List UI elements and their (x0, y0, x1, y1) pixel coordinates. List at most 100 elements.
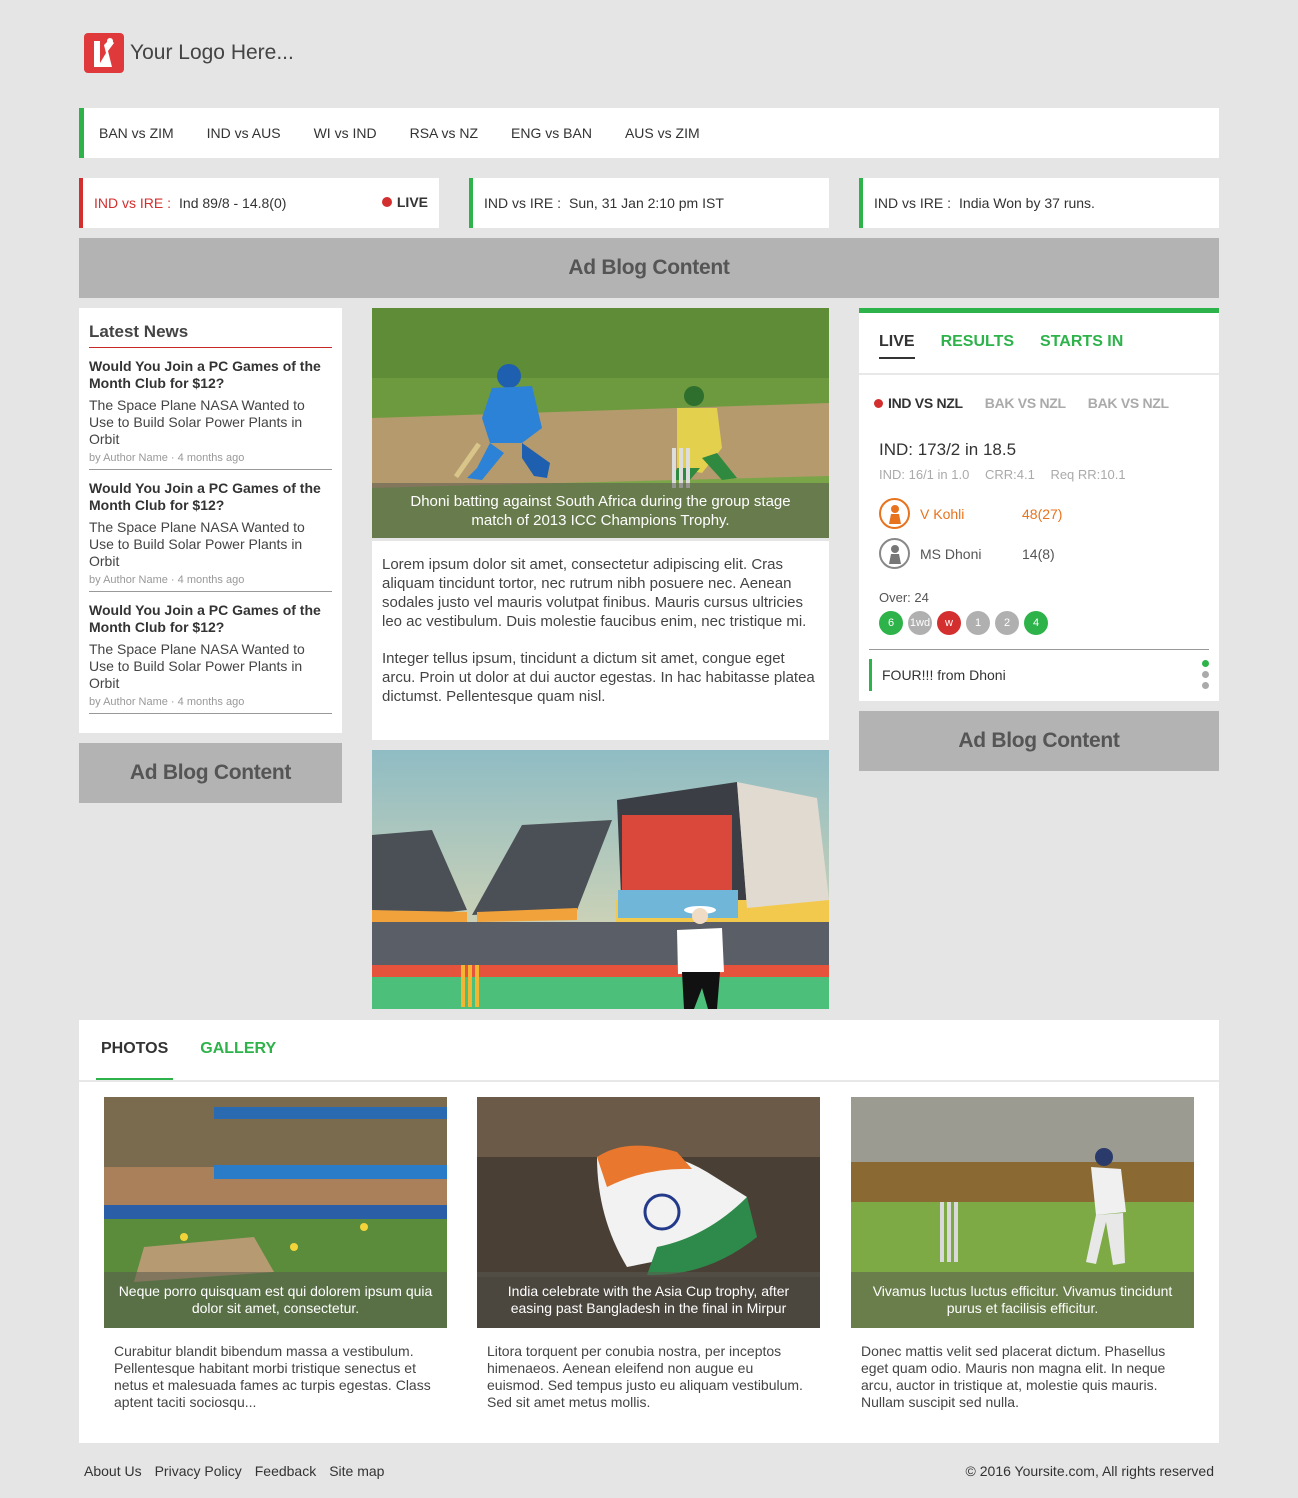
batsman-score: 14(8) (1022, 545, 1055, 562)
score-card-upcoming[interactable]: IND vs IRE : Sun, 31 Jan 2:10 pm IST (469, 178, 829, 228)
news-meta: by Author Name · 4 months ago (89, 452, 245, 464)
divider (869, 649, 1209, 650)
batsman-score: 48(27) (1022, 505, 1063, 522)
news-headline[interactable]: Would You Join a PC Games of the Month C… (89, 480, 332, 514)
news-headline[interactable]: Would You Join a PC Games of the Month C… (89, 602, 332, 636)
score-detail: IND: 16/1 in 1.0 CRR:4.1 Req RR:10.1 (879, 467, 1138, 482)
logo-text[interactable]: Your Logo Here... (130, 41, 294, 65)
photo-card-text: Donec mattis velit sed placerat dictum. … (861, 1343, 1166, 1410)
batsman-row[interactable]: MS Dhoni 14(8) (879, 538, 1055, 569)
news-item[interactable]: Would You Join a PC Games of the Month C… (89, 348, 332, 470)
article-body: Lorem ipsum dolor sit amet, consectetur … (372, 541, 829, 740)
score-card-status: Sun, 31 Jan 2:10 pm IST (569, 195, 724, 211)
news-meta: by Author Name · 4 months ago (89, 696, 245, 708)
news-summary[interactable]: The Space Plane NASA Wanted to Use to Bu… (89, 397, 332, 448)
ball-badge: 1wd (908, 611, 932, 635)
live-dot-icon (381, 197, 392, 207)
photo-card-image[interactable]: Vivamus luctus luctus efficitur. Vivamus… (851, 1097, 1194, 1328)
ad-banner-right[interactable]: Ad Blog Content (859, 711, 1219, 771)
footer-link-sitemap[interactable]: Site map (329, 1463, 384, 1479)
photo-caption: India celebrate with the Asia Cup trophy… (477, 1272, 820, 1328)
match-tabs: IND VS NZL BAK VS NZL BAK VS NZL (859, 375, 1219, 411)
score-card-status: Ind 89/8 - 14.8(0) (179, 195, 287, 211)
tab-starts-in[interactable]: STARTS IN (1040, 313, 1123, 357)
news-meta: by Author Name · 4 months ago (89, 574, 245, 586)
footer-link-privacy[interactable]: Privacy Policy (155, 1463, 242, 1479)
news-summary[interactable]: The Space Plane NASA Wanted to Use to Bu… (89, 641, 332, 692)
nav-item-aus-zim[interactable]: AUS vs ZIM (625, 125, 700, 141)
ball-badge: w (937, 611, 961, 635)
score-card-team: IND vs IRE : (94, 195, 172, 211)
score-card-result[interactable]: IND vs IRE : India Won by 37 runs. (859, 178, 1219, 228)
photo-caption: Neque porro quisquam est qui dolorem ips… (104, 1272, 447, 1328)
nav-item-ind-aus[interactable]: IND vs AUS (207, 125, 281, 141)
batsman-name: MS Dhoni (920, 545, 982, 562)
live-badge-label: LIVE (396, 194, 428, 210)
over-balls: 6 1wd w 1 2 4 (879, 611, 1053, 635)
live-badge: LIVE (381, 194, 428, 210)
photo-card-image[interactable]: India celebrate with the Asia Cup trophy… (477, 1097, 820, 1328)
batsman-row[interactable]: V Kohli 48(27) (879, 498, 1062, 529)
nav-item-rsa-nz[interactable]: RSA vs NZ (410, 125, 478, 141)
photo-card[interactable]: Neque porro quisquam est qui dolorem ips… (104, 1097, 447, 1411)
widget-tabs: LIVE RESULTS STARTS IN (859, 313, 1219, 375)
copyright: © 2016 Yoursite.com, All rights reserved (965, 1463, 1214, 1479)
tab-photos[interactable]: PHOTOS (96, 1020, 174, 1080)
tab-gallery[interactable]: GALLERY (195, 1020, 281, 1080)
latest-news-panel: Latest News Would You Join a PC Games of… (79, 308, 342, 733)
photos-section: PHOTOS GALLERY Neque porro quisquam est … (79, 1020, 1219, 1443)
main-score: IND: 173/2 in 18.5 (879, 440, 1017, 459)
pager-dot-icon[interactable] (1202, 682, 1209, 689)
match-tab-label: IND VS NZL (888, 395, 963, 411)
score-card-team: IND vs IRE : (874, 195, 952, 211)
photo-caption: Vivamus luctus luctus efficitur. Vivamus… (851, 1272, 1194, 1328)
live-dot-icon (874, 398, 883, 408)
news-item[interactable]: Would You Join a PC Games of the Month C… (89, 470, 332, 592)
score-card-team: IND vs IRE : (484, 195, 562, 211)
live-score-widget: LIVE RESULTS STARTS IN IND VS NZL BAK VS… (859, 308, 1219, 701)
ball-badge: 1 (966, 611, 990, 635)
photo-card-image[interactable]: Neque porro quisquam est qui dolorem ips… (104, 1097, 447, 1328)
stadium-scene (372, 750, 829, 1009)
nav-item-ban-zim[interactable]: BAN vs ZIM (99, 125, 174, 141)
commentary-pager[interactable] (1202, 660, 1209, 693)
pager-dot-icon[interactable] (1202, 671, 1209, 678)
latest-news-title: Latest News (89, 322, 332, 348)
hero-image[interactable]: Dhoni batting against South Africa durin… (372, 308, 829, 538)
logo-icon[interactable] (84, 33, 124, 73)
batsman-avatar-icon (879, 538, 910, 569)
footer-link-about[interactable]: About Us (84, 1463, 142, 1479)
tab-live[interactable]: LIVE (879, 313, 915, 359)
commentary: FOUR!!! from Dhoni (869, 659, 1006, 691)
match-nav: BAN vs ZIM IND vs AUS WI vs IND RSA vs N… (79, 108, 1219, 158)
footer-links: About Us Privacy Policy Feedback Site ma… (84, 1463, 397, 1479)
photo-card-text: Litora torquent per conubia nostra, per … (487, 1343, 803, 1410)
tab-results[interactable]: RESULTS (941, 313, 1014, 357)
match-tab[interactable]: BAK VS NZL (985, 395, 1066, 411)
photo-tabs: PHOTOS GALLERY (79, 1020, 1219, 1082)
ball-badge: 2 (995, 611, 1019, 635)
score-card-live[interactable]: IND vs IRE : Ind 89/8 - 14.8(0) LIVE (79, 178, 439, 228)
match-tab-active[interactable]: IND VS NZL (874, 395, 963, 411)
news-summary[interactable]: The Space Plane NASA Wanted to Use to Bu… (89, 519, 332, 570)
required-run-rate: Req RR:10.1 (1050, 467, 1126, 482)
photo-card[interactable]: Vivamus luctus luctus efficitur. Vivamus… (851, 1097, 1194, 1411)
article-paragraph: Integer tellus ipsum, tincidunt a dictum… (382, 650, 815, 705)
nav-item-wi-ind[interactable]: WI vs IND (314, 125, 377, 141)
pager-dot-icon[interactable] (1202, 660, 1209, 667)
nav-item-eng-ban[interactable]: ENG vs BAN (511, 125, 592, 141)
batsman-avatar-icon (879, 498, 910, 529)
footer-link-feedback[interactable]: Feedback (255, 1463, 316, 1479)
photo-card[interactable]: India celebrate with the Asia Cup trophy… (477, 1097, 820, 1411)
news-headline[interactable]: Would You Join a PC Games of the Month C… (89, 358, 332, 392)
ball-badge: 4 (1024, 611, 1048, 635)
previous-score: IND: 16/1 in 1.0 (879, 467, 970, 482)
ad-banner-left[interactable]: Ad Blog Content (79, 743, 342, 803)
ball-badge: 6 (879, 611, 903, 635)
match-tab[interactable]: BAK VS NZL (1088, 395, 1169, 411)
over-label: Over: 24 (879, 590, 929, 605)
stadium-illustration[interactable] (372, 750, 829, 1009)
ad-banner-top[interactable]: Ad Blog Content (79, 238, 1219, 298)
score-card-status: India Won by 37 runs. (959, 195, 1095, 211)
news-item[interactable]: Would You Join a PC Games of the Month C… (89, 592, 332, 714)
